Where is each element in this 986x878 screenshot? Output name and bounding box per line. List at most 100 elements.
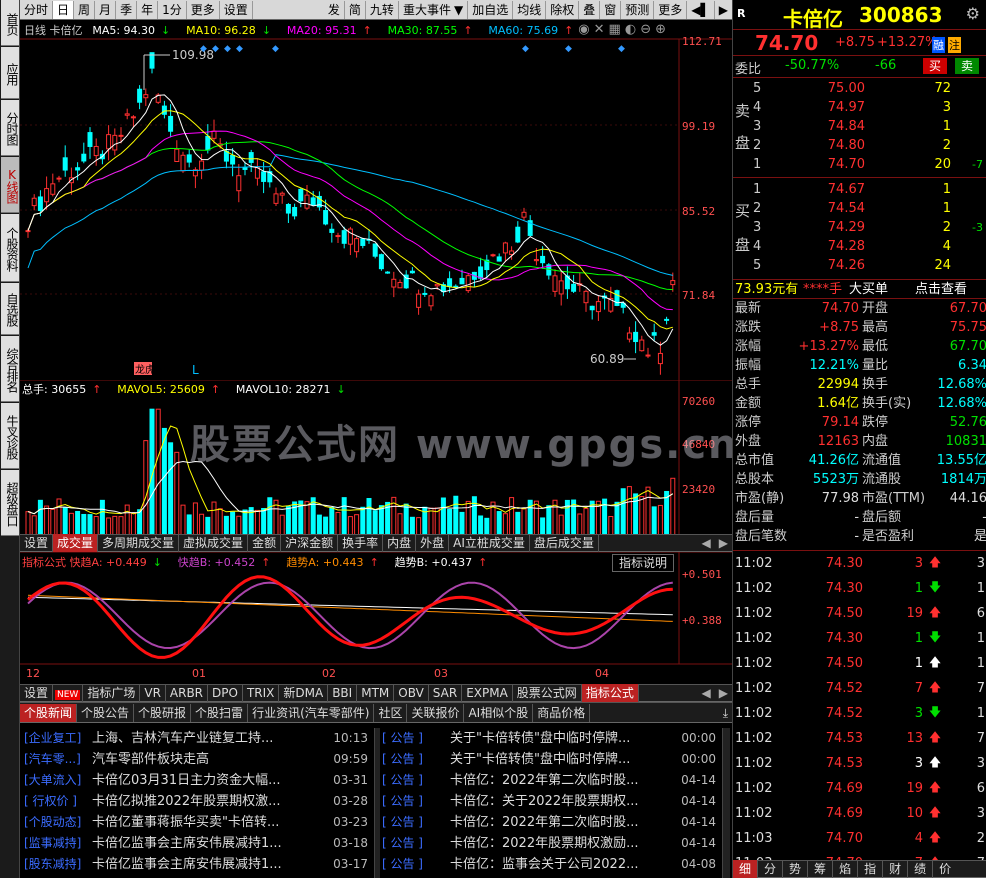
qtab-performance[interactable]: 绩: [908, 860, 934, 878]
indtab-gpgs[interactable]: 股票公式网: [513, 684, 582, 702]
indtab-settings[interactable]: 设置: [20, 684, 54, 702]
ask-row[interactable]: 5 75.00 72: [753, 79, 985, 98]
tab-kline[interactable]: K线图: [1, 157, 19, 213]
toolbar-more[interactable]: 更多: [654, 0, 688, 19]
newstab-research[interactable]: 个股研报: [134, 703, 192, 722]
newstab-minesweep[interactable]: 个股扫雷: [191, 703, 249, 722]
download-icon[interactable]: ⤓: [719, 704, 732, 722]
news-item[interactable]: [ 公告 ] 卡倍亿：2022年第二次临时股... 04-14: [382, 770, 720, 791]
view-big-order-link[interactable]: 点击查看: [915, 280, 967, 298]
period-intraday[interactable]: 分时: [20, 0, 54, 19]
indtab-newdma[interactable]: 新DMA: [279, 684, 329, 702]
qtab-chips[interactable]: 筹: [808, 860, 834, 878]
voltab-outer[interactable]: 外盘: [416, 534, 450, 552]
indtab-square[interactable]: 指标广场: [83, 684, 141, 702]
toolbar-fa[interactable]: 发: [324, 0, 345, 19]
tab-super-depth[interactable]: 超级盘口: [1, 470, 19, 536]
indtab-vr[interactable]: VR: [140, 684, 166, 702]
period-week[interactable]: 周: [74, 0, 96, 19]
toolbar-add-watch[interactable]: 加自选: [468, 0, 514, 19]
newstab-stock-news[interactable]: 个股新闻: [20, 703, 78, 722]
indtab-expma[interactable]: EXPMA: [462, 684, 513, 702]
news-item[interactable]: [监事减持] 卡倍亿监事会主席安伟展减持1... 03-18: [24, 833, 372, 854]
gear-icon[interactable]: ⚙: [966, 4, 980, 23]
toolbar-exright[interactable]: 除权: [546, 0, 580, 19]
period-year[interactable]: 年: [137, 0, 159, 19]
news-scrollbar-left[interactable]: [374, 728, 380, 878]
tab-home[interactable]: 首页: [1, 0, 19, 46]
news-item[interactable]: [汽车零...] 汽车零部件板块走高 09:59: [24, 749, 372, 770]
indtab-formula[interactable]: 指标公式: [581, 684, 639, 702]
newstab-announcements[interactable]: 个股公告: [77, 703, 135, 722]
news-item[interactable]: [个股动态] 卡倍亿董事蒋振华买卖"卡倍转... 03-23: [24, 812, 372, 833]
period-1min[interactable]: 1分: [158, 0, 187, 19]
ask-row[interactable]: 1 74.70 20 -7: [753, 155, 985, 174]
toolbar-major-events[interactable]: 重大事件 ▼: [399, 0, 469, 19]
period-more[interactable]: 更多: [187, 0, 220, 19]
newstab-related[interactable]: 关联报价: [407, 703, 465, 722]
news-item[interactable]: [股东减持] 卡倍亿监事会主席安伟展减持1... 03-17: [24, 854, 372, 875]
news-item[interactable]: [ 公告 ] 卡倍亿：2022年股票期权激励... 04-14: [382, 833, 720, 854]
voltab-hs-amount[interactable]: 沪深金额: [281, 534, 339, 552]
bid-row[interactable]: 5 74.26 24: [753, 256, 985, 275]
kline-chart[interactable]: 112.71 99.19 85.52 71.84 109.98 60.89 龙虎…: [20, 20, 732, 390]
indtab-right-icon[interactable]: ▶: [715, 684, 732, 702]
toolbar-jiuzhuan[interactable]: 九转: [366, 0, 399, 19]
diamond-icon[interactable]: ◆: [522, 44, 529, 54]
toolbar-ma[interactable]: 均线: [513, 0, 547, 19]
indtab-bbi[interactable]: BBI: [328, 684, 358, 702]
newstab-ai-similar[interactable]: AI相似个股: [464, 703, 534, 722]
nav-right-icon[interactable]: ▶: [715, 1, 732, 19]
diamond-icon[interactable]: ◆: [236, 44, 243, 54]
voltab-virtual[interactable]: 虚拟成交量: [179, 534, 249, 552]
toolbar-overlay[interactable]: 叠: [579, 0, 601, 19]
bid-row[interactable]: 1 74.67 1: [753, 180, 985, 199]
news-item[interactable]: [ 公告 ] 关于"卡倍转债"盘中临时停牌... 00:00: [382, 728, 720, 749]
ask-row[interactable]: 2 74.80 2: [753, 136, 985, 155]
voltab-inner[interactable]: 内盘: [383, 534, 417, 552]
voltab-after-hours[interactable]: 盘后成交量: [530, 534, 599, 552]
newstab-industry[interactable]: 行业资讯(汽车零部件): [248, 703, 375, 722]
news-item[interactable]: [ 公告 ] 卡倍亿：监事会关于公司2022... 04-08: [382, 854, 720, 875]
tab-stock-profile[interactable]: 个股资料: [1, 214, 19, 282]
qtab-minute[interactable]: 分: [758, 860, 784, 878]
newstab-community[interactable]: 社区: [374, 703, 408, 722]
qtab-index[interactable]: 指: [858, 860, 884, 878]
indtab-left-icon[interactable]: ◀: [698, 684, 715, 702]
voltab-volume[interactable]: 成交量: [53, 534, 99, 552]
ask-row[interactable]: 4 74.97 3: [753, 98, 985, 117]
voltab-multi-period[interactable]: 多周期成交量: [98, 534, 180, 552]
bid-row[interactable]: 4 74.28 4: [753, 237, 985, 256]
toolbar-jian[interactable]: 简: [345, 0, 366, 19]
news-item[interactable]: [企业复工] 上海、吉林汽车产业链复工持... 10:13: [24, 728, 372, 749]
period-day[interactable]: 日: [53, 0, 75, 19]
bid-row[interactable]: 3 74.29 2 -3: [753, 218, 985, 237]
indicator-help-button[interactable]: 指标说明: [612, 554, 675, 572]
qtab-price[interactable]: 价: [933, 860, 957, 878]
indtab-arbr[interactable]: ARBR: [166, 684, 209, 702]
scroll-left-icon[interactable]: ◀: [698, 534, 715, 552]
qtab-trend[interactable]: 势: [783, 860, 809, 878]
voltab-settings[interactable]: 设置: [20, 534, 54, 552]
toolbar-forecast[interactable]: 预测: [621, 0, 655, 19]
news-item[interactable]: [ 公告 ] 卡倍亿：2022年第二次临时股... 04-14: [382, 812, 720, 833]
diamond-icon[interactable]: ◆: [224, 44, 231, 54]
sell-button[interactable]: 卖: [955, 58, 980, 74]
diamond-icon[interactable]: ◆: [212, 44, 219, 54]
qtab-finance[interactable]: 财: [883, 860, 909, 878]
ask-row[interactable]: 3 74.84 1: [753, 117, 985, 136]
tab-diagnosis[interactable]: 牛叉诊股: [1, 403, 19, 469]
buy-button[interactable]: 买: [923, 58, 948, 74]
voltab-turnover[interactable]: 换手率: [338, 534, 384, 552]
l-mark[interactable]: L: [192, 363, 199, 377]
period-month[interactable]: 月: [95, 0, 117, 19]
news-item[interactable]: [大单流入] 卡倍亿03月31日主力资金大幅... 03-31: [24, 770, 372, 791]
diamond-icon[interactable]: ◆: [565, 44, 572, 54]
nav-left-icon[interactable]: ◀▌: [687, 0, 715, 19]
indtab-trix[interactable]: TRIX: [243, 684, 280, 702]
news-scrollbar-right[interactable]: [722, 728, 730, 878]
period-quarter[interactable]: 季: [116, 0, 138, 19]
tab-ranking[interactable]: 综合排名: [1, 336, 19, 402]
tab-watchlist[interactable]: 自选股: [1, 283, 19, 335]
tab-apps[interactable]: 应用: [1, 47, 19, 99]
